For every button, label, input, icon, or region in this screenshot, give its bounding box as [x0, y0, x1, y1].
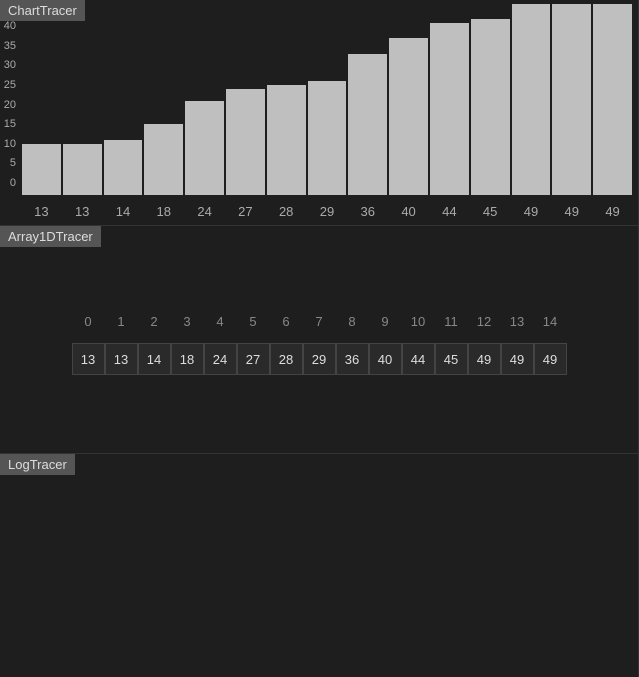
bar-wrapper [308, 4, 347, 195]
bar [593, 4, 632, 195]
bar [430, 23, 469, 195]
x-label: 13 [63, 204, 102, 219]
bar-wrapper [348, 4, 387, 195]
array-index: 12 [468, 314, 501, 329]
bar-wrapper [104, 4, 143, 195]
x-label: 49 [593, 204, 632, 219]
y-tick: 40 [0, 20, 16, 32]
y-tick: 10 [0, 138, 16, 150]
bar-wrapper [471, 4, 510, 195]
bar [63, 144, 102, 195]
bars-container [20, 4, 634, 195]
array-index: 7 [303, 314, 336, 329]
bar [267, 85, 306, 195]
array-content: 01234567891011121314 1313141824272829364… [72, 314, 567, 375]
x-label: 44 [430, 204, 469, 219]
array-index: 9 [369, 314, 402, 329]
y-tick: 20 [0, 99, 16, 111]
array-indices: 01234567891011121314 [72, 314, 567, 329]
array-cell: 44 [402, 343, 435, 375]
array-cell: 18 [171, 343, 204, 375]
bar-wrapper [63, 4, 102, 195]
bar-wrapper [593, 4, 632, 195]
array-cell: 40 [369, 343, 402, 375]
chart-tracer-panel: ChartTracer 0510152025303540 13131418242… [0, 0, 639, 226]
y-tick: 15 [0, 118, 16, 130]
bar [389, 38, 428, 195]
array-cell: 45 [435, 343, 468, 375]
x-label: 28 [267, 204, 306, 219]
bar [144, 124, 183, 195]
array-index: 1 [105, 314, 138, 329]
bar-wrapper [430, 4, 469, 195]
bar-wrapper [144, 4, 183, 195]
x-label: 24 [185, 204, 224, 219]
array-cell: 13 [105, 343, 138, 375]
x-label: 49 [512, 204, 551, 219]
bar-wrapper [22, 4, 61, 195]
array-index: 2 [138, 314, 171, 329]
bar-wrapper [389, 4, 428, 195]
bar-wrapper [185, 4, 224, 195]
y-tick: 0 [0, 177, 16, 189]
array-index: 10 [402, 314, 435, 329]
bar [226, 89, 265, 195]
bar [471, 19, 510, 195]
bar [104, 140, 143, 195]
y-tick: 25 [0, 79, 16, 91]
array-tracer-label: Array1DTracer [0, 226, 101, 247]
array-index: 8 [336, 314, 369, 329]
x-label: 40 [389, 204, 428, 219]
array-index: 11 [435, 314, 468, 329]
bar [348, 54, 387, 195]
bar [185, 101, 224, 195]
x-label: 27 [226, 204, 265, 219]
array-index: 4 [204, 314, 237, 329]
x-label: 18 [144, 204, 183, 219]
y-tick: 35 [0, 40, 16, 52]
array-index: 0 [72, 314, 105, 329]
x-labels: 131314182427282936404445494949 [20, 204, 634, 219]
bar-wrapper [226, 4, 265, 195]
array-cell: 49 [501, 343, 534, 375]
array-index: 6 [270, 314, 303, 329]
bar-wrapper [267, 4, 306, 195]
y-axis: 0 5 10 15 20 25 30 35 40 [0, 4, 20, 195]
x-label: 29 [308, 204, 347, 219]
array-index: 5 [237, 314, 270, 329]
x-label: 13 [22, 204, 61, 219]
array-cell: 29 [303, 343, 336, 375]
x-label: 49 [552, 204, 591, 219]
bar [552, 4, 591, 195]
array-cell: 36 [336, 343, 369, 375]
x-label: 45 [471, 204, 510, 219]
array-cell: 14 [138, 343, 171, 375]
array-cell: 24 [204, 343, 237, 375]
y-tick: 30 [0, 59, 16, 71]
bar-wrapper [512, 4, 551, 195]
array-cell: 13 [72, 343, 105, 375]
chart-tracer-label: ChartTracer [0, 0, 85, 21]
bar-wrapper [552, 4, 591, 195]
log-tracer-label: LogTracer [0, 454, 75, 475]
chart-area [20, 4, 634, 195]
bar [512, 4, 551, 195]
log-tracer-panel: LogTracer [0, 454, 639, 677]
x-label: 14 [104, 204, 143, 219]
array-cell: 27 [237, 343, 270, 375]
x-label: 36 [348, 204, 387, 219]
array-cells: 131314182427282936404445494949 [72, 343, 567, 375]
array-cell: 28 [270, 343, 303, 375]
bar [22, 144, 61, 195]
array-cell: 49 [468, 343, 501, 375]
array-tracer-panel: Array1DTracer 01234567891011121314 13131… [0, 226, 639, 454]
array-cell: 49 [534, 343, 567, 375]
array-index: 3 [171, 314, 204, 329]
bar [308, 81, 347, 195]
y-tick: 5 [0, 157, 16, 169]
array-index: 14 [534, 314, 567, 329]
array-index: 13 [501, 314, 534, 329]
